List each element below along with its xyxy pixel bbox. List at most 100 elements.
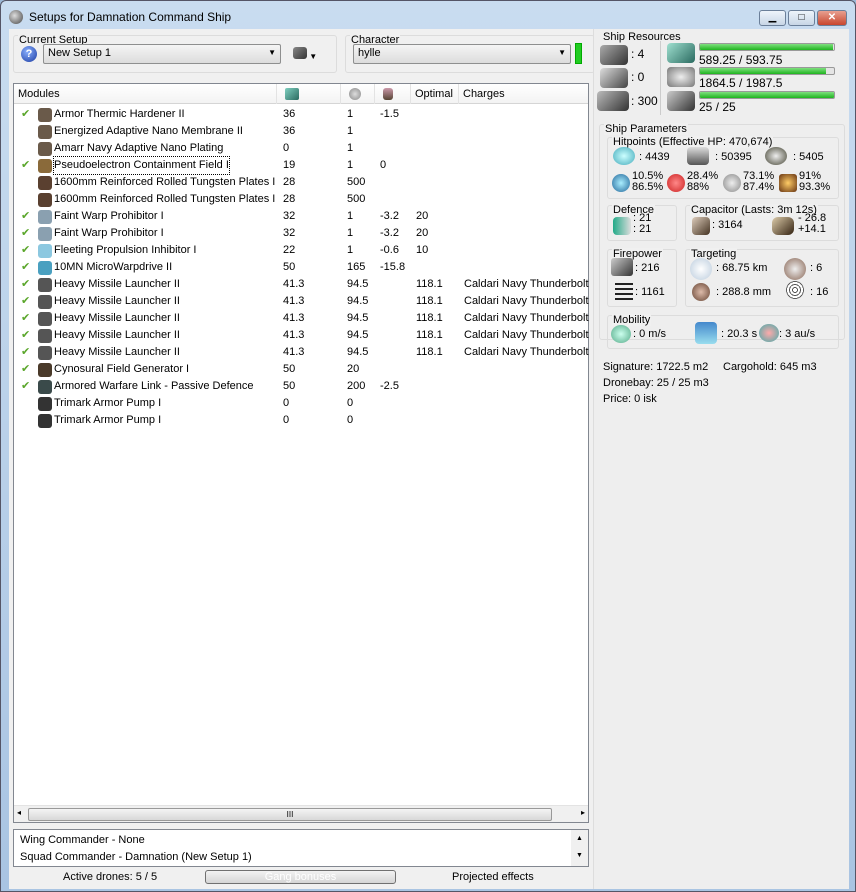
kinetic-resist: 73.1% 87.4% <box>743 170 775 193</box>
module-cpu: 0 <box>283 397 290 409</box>
module-icon <box>38 261 52 275</box>
module-cpu: 41.3 <box>283 312 305 324</box>
scrollbar-thumb[interactable]: III <box>28 808 552 821</box>
capacitor-icon <box>692 217 710 235</box>
active-check-icon[interactable]: ✔ <box>21 259 30 276</box>
module-row[interactable]: ✔ Heavy Missile Launcher II 41.3 94.5 118.1 C… <box>14 276 589 293</box>
vertical-scrollbar[interactable]: ▲ ▼ <box>571 830 588 866</box>
module-row[interactable]: ✔ Heavy Missile Launcher II 41.3 94.5 118.1 C… <box>14 310 589 327</box>
module-charges: Caldari Navy Thunderbolt <box>464 329 589 341</box>
active-drones-label[interactable]: Active drones: 5 / 5 <box>63 869 157 885</box>
column-cpu[interactable] <box>277 84 341 104</box>
module-row[interactable]: ✔ Armored Warfare Link - Passive Defence 5… <box>14 378 588 395</box>
module-row[interactable]: ✔ Fleeting Propulsion Inhibitor I 22 1 -0.6 1… <box>14 242 588 259</box>
module-pg: 94.5 <box>347 295 369 307</box>
targeting-range: : 68.75 km <box>716 262 768 274</box>
sensor-strength-icon <box>786 281 804 299</box>
turret-slots: : 4 <box>631 47 645 61</box>
column-charges[interactable]: Charges <box>459 84 588 104</box>
module-icon <box>38 346 52 360</box>
capacitor-rate-icon <box>772 217 794 235</box>
module-cpu: 36 <box>283 125 296 137</box>
column-powergrid[interactable] <box>341 84 375 104</box>
setup-tools-menu-button[interactable]: ▼ <box>293 47 327 63</box>
help-icon[interactable]: ? <box>21 46 37 62</box>
structure-hp: : 5405 <box>793 151 824 163</box>
scroll-right-arrow[interactable]: ▸ <box>581 808 585 817</box>
active-check-icon[interactable]: ✔ <box>21 293 30 310</box>
module-row[interactable]: Amarr Navy Adaptive Nano Plating 0 1 <box>14 140 588 157</box>
shield-hp: : 4439 <box>639 151 670 163</box>
module-cpu: 28 <box>283 193 296 205</box>
column-optimal[interactable]: Optimal <box>411 84 459 104</box>
active-check-icon[interactable]: ✔ <box>21 225 30 242</box>
module-pg: 200 <box>347 380 366 392</box>
active-check-icon[interactable]: ✔ <box>21 310 30 327</box>
module-row[interactable]: Energized Adaptive Nano Membrane II 36 1 <box>14 123 588 140</box>
module-row[interactable]: 1600mm Reinforced Rolled Tungsten Plates… <box>14 174 588 191</box>
module-cap: 0 <box>380 159 387 171</box>
active-check-icon[interactable]: ✔ <box>21 106 30 123</box>
module-row[interactable]: ✔ Pseudoelectron Containment Field I 19 1 0 <box>14 156 588 175</box>
active-check-icon[interactable]: ✔ <box>21 242 30 259</box>
module-row[interactable]: ✔ Heavy Missile Launcher II 41.3 94.5 118.1 C… <box>14 344 589 361</box>
targeting-range-icon <box>690 258 712 280</box>
explosive-resist-icon <box>779 174 797 192</box>
module-row[interactable]: Trimark Armor Pump I 0 0 <box>14 395 588 412</box>
module-row[interactable]: ✔ Armor Thermic Hardener II 36 1 -1.5 <box>14 106 588 123</box>
warp-speed: : 3 au/s <box>779 328 816 340</box>
squad-commander-item[interactable]: Squad Commander - Damnation (New Setup 1… <box>20 849 582 866</box>
module-name: Heavy Missile Launcher II <box>54 278 180 290</box>
module-charges: Caldari Navy Thunderbolt <box>464 312 589 324</box>
module-name: Heavy Missile Launcher II <box>54 312 180 324</box>
active-check-icon[interactable]: ✔ <box>21 378 30 395</box>
commanders-list[interactable]: Wing Commander - None Squad Commander - … <box>13 829 589 867</box>
module-row[interactable]: ✔ Heavy Missile Launcher II 41.3 94.5 118.1 C… <box>14 293 589 310</box>
modules-list[interactable]: Modules Optimal Charges ✔ Armor Thermic H… <box>13 83 589 823</box>
active-check-icon[interactable]: ✔ <box>21 208 30 225</box>
window-title: Setups for Damnation Command Ship <box>29 10 232 24</box>
module-row[interactable]: ✔ 10MN MicroWarpdrive II 50 165 -15.8 <box>14 259 588 276</box>
module-pg: 94.5 <box>347 346 369 358</box>
client-area: Current Setup ? New Setup 1 ▼ ▼ Character… <box>9 29 849 889</box>
module-pg: 94.5 <box>347 278 369 290</box>
minimize-button[interactable]: ▁ <box>759 10 786 26</box>
gang-bonuses-button[interactable]: Gang bonuses <box>205 870 396 884</box>
module-name: 10MN MicroWarpdrive II <box>54 261 173 273</box>
cpu-bar <box>699 43 835 51</box>
horizontal-scrollbar[interactable]: ◂ III ▸ <box>14 805 588 822</box>
maximize-button[interactable]: □ <box>788 10 815 26</box>
sensor-strength: : 16 <box>810 286 829 298</box>
module-row[interactable]: ✔ Faint Warp Prohibitor I 32 1 -3.2 20 <box>14 208 588 225</box>
active-check-icon[interactable]: ✔ <box>21 344 30 361</box>
active-check-icon[interactable]: ✔ <box>21 327 30 344</box>
turret-hardpoint-icon <box>600 45 628 65</box>
module-name: Amarr Navy Adaptive Nano Plating <box>54 142 224 154</box>
active-check-icon[interactable]: ✔ <box>21 276 30 293</box>
em-resist-icon <box>612 174 630 192</box>
active-check-icon[interactable]: ✔ <box>21 361 30 378</box>
module-row[interactable]: ✔ Heavy Missile Launcher II 41.3 94.5 118.1 C… <box>14 327 589 344</box>
module-name: Heavy Missile Launcher II <box>54 346 180 358</box>
character-dropdown[interactable]: hylle ▼ <box>353 44 571 64</box>
wing-commander-item[interactable]: Wing Commander - None <box>20 832 582 849</box>
projected-effects-button[interactable]: Projected effects <box>452 869 534 885</box>
launcher-slots: : 0 <box>631 70 645 84</box>
module-optimal: 118.1 <box>416 295 443 307</box>
module-row[interactable]: ✔ Faint Warp Prohibitor I 32 1 -3.2 20 <box>14 225 588 242</box>
module-row[interactable]: 1600mm Reinforced Rolled Tungsten Plates… <box>14 191 588 208</box>
module-row[interactable]: ✔ Cynosural Field Generator I 50 20 <box>14 361 588 378</box>
active-check-icon[interactable]: ✔ <box>21 157 30 174</box>
column-modules[interactable]: Modules <box>14 84 277 104</box>
chevron-down-icon: ▼ <box>558 48 566 57</box>
column-capacitor[interactable] <box>375 84 411 104</box>
setup-dropdown[interactable]: New Setup 1 ▼ <box>43 44 281 64</box>
module-cap: -0.6 <box>380 244 399 256</box>
close-button[interactable]: ✕ <box>817 10 847 26</box>
module-optimal: 118.1 <box>416 329 443 341</box>
scroll-left-arrow[interactable]: ◂ <box>17 808 21 817</box>
module-row[interactable]: Trimark Armor Pump I 0 0 <box>14 412 588 429</box>
module-optimal: 20 <box>416 227 429 239</box>
module-cpu: 50 <box>283 261 296 273</box>
module-cpu: 32 <box>283 210 296 222</box>
